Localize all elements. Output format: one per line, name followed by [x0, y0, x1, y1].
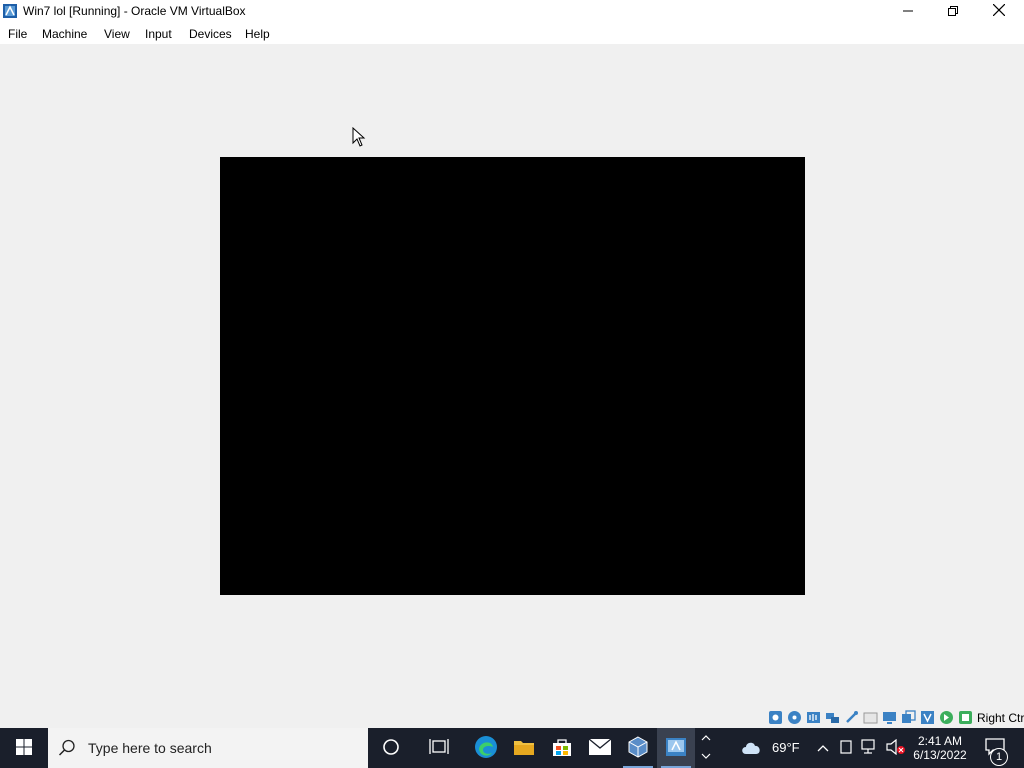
restore-icon [948, 5, 958, 19]
show-hidden-icons-button[interactable] [812, 728, 834, 768]
audio-icon[interactable] [806, 710, 821, 725]
minimize-icon [903, 5, 913, 19]
cloud-icon [740, 739, 764, 758]
close-button[interactable] [976, 0, 1022, 23]
virtualbox-icon [626, 735, 650, 762]
start-button[interactable] [0, 728, 48, 768]
menu-help[interactable]: Help [245, 27, 270, 41]
taskbar-scroll[interactable] [696, 728, 716, 768]
clock-time: 2:41 AM [917, 734, 963, 748]
virtualbox-icon [2, 3, 18, 19]
taskbar-search-box[interactable]: Type here to search [48, 728, 368, 768]
task-view-icon [429, 738, 449, 759]
speaker-muted-icon [886, 738, 906, 758]
menu-machine[interactable]: Machine [42, 27, 87, 41]
display-icon[interactable] [882, 710, 897, 725]
shared-folders-icon[interactable] [863, 710, 878, 725]
usb-icon[interactable] [844, 710, 859, 725]
chevron-up-icon [817, 741, 829, 755]
taskbar-edge[interactable] [467, 728, 505, 768]
mouse-pointer-icon [352, 126, 366, 150]
hard-disk-icon[interactable] [768, 710, 783, 725]
optical-drive-icon[interactable] [787, 710, 802, 725]
windows-logo-icon [16, 738, 32, 758]
network-icon[interactable] [825, 710, 840, 725]
microsoft-store-icon [551, 736, 573, 761]
menu-file[interactable]: File [8, 27, 27, 41]
notification-badge: 1 [990, 748, 1008, 766]
mail-icon [588, 737, 612, 759]
edge-icon [474, 735, 498, 762]
menu-view[interactable]: View [104, 27, 130, 41]
taskbar-mail[interactable] [581, 728, 619, 768]
close-icon [992, 3, 1006, 19]
chevron-up-down-icon [701, 732, 711, 765]
network-status-button[interactable] [858, 728, 882, 768]
menu-input[interactable]: Input [145, 27, 172, 41]
menu-bar: File Machine View Input Devices Help [0, 23, 1024, 44]
search-icon [58, 739, 76, 760]
taskbar: Type here to search 69°F 2:41 AM 6/13/20… [0, 728, 1024, 768]
window-title: Win7 lol [Running] - Oracle VM VirtualBo… [23, 4, 246, 18]
tablet-icon [840, 739, 852, 757]
file-explorer-icon [513, 737, 535, 760]
volume-button[interactable] [884, 728, 908, 768]
host-key-label: Right Ctrl [977, 711, 1024, 725]
menu-devices[interactable]: Devices [189, 27, 232, 41]
search-placeholder: Type here to search [88, 740, 212, 756]
weather-temperature[interactable]: 69°F [772, 740, 800, 755]
tray-device-button[interactable] [836, 728, 856, 768]
minimize-button[interactable] [885, 0, 931, 23]
vt-x-icon[interactable] [920, 710, 935, 725]
taskbar-virtualbox[interactable] [619, 728, 657, 768]
recording-icon[interactable] [901, 710, 916, 725]
taskbar-microsoft-store[interactable] [543, 728, 581, 768]
clock-date: 6/13/2022 [913, 748, 967, 762]
weather-widget[interactable] [735, 728, 769, 768]
mouse-integration-icon[interactable] [939, 710, 954, 725]
cortana-icon [382, 738, 400, 759]
vm-status-bar: Right Ctrl [0, 708, 1024, 728]
task-view-button[interactable] [420, 728, 458, 768]
taskbar-file-explorer[interactable] [505, 728, 543, 768]
virtualbox-vm-icon [664, 735, 688, 762]
vm-screen[interactable] [220, 157, 805, 595]
cortana-button[interactable] [372, 728, 410, 768]
clock-button[interactable]: 2:41 AM 6/13/2022 [910, 728, 970, 768]
title-bar[interactable]: Win7 lol [Running] - Oracle VM VirtualBo… [0, 0, 1024, 23]
network-icon [861, 738, 879, 758]
restore-button[interactable] [930, 0, 976, 23]
keyboard-icon[interactable] [958, 710, 973, 725]
taskbar-virtualbox-vm[interactable] [657, 728, 695, 768]
